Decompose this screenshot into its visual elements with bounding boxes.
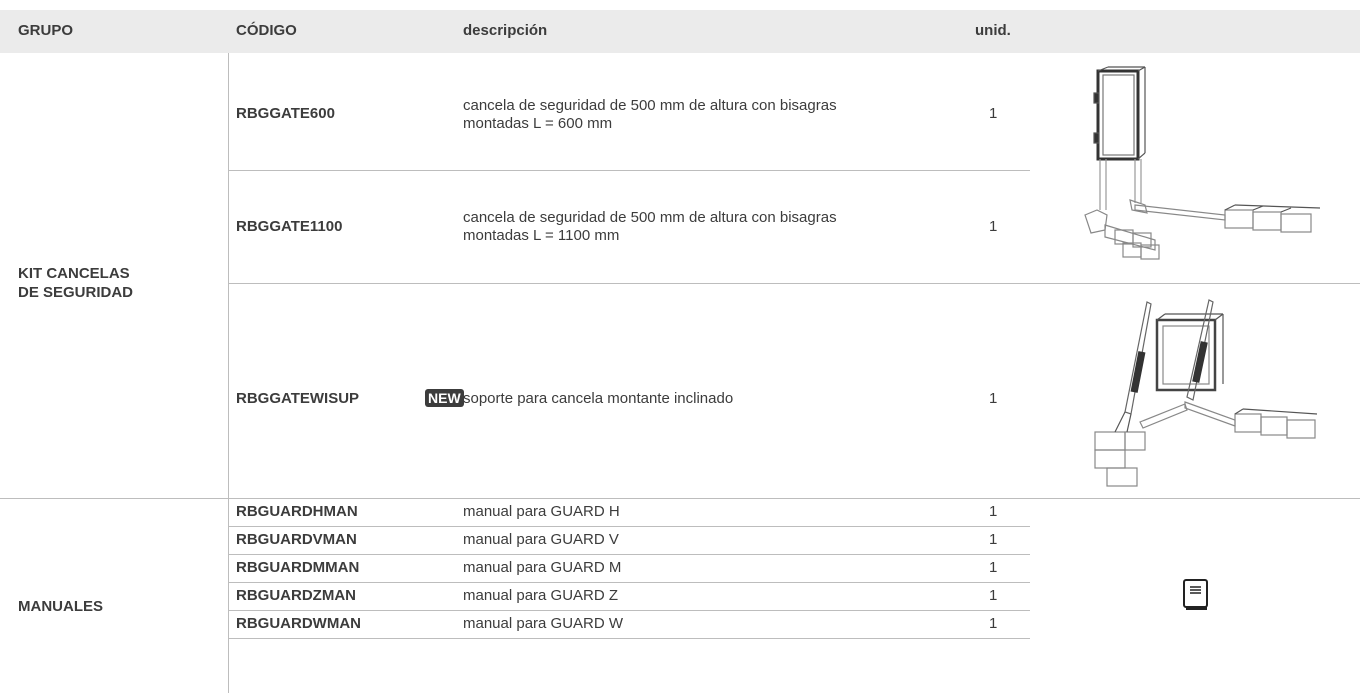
- group-manuales: MANUALES: [18, 598, 103, 615]
- unit-rbggate1100: 1: [989, 218, 998, 235]
- group-kit-line2: DE SEGURIDAD: [18, 284, 134, 301]
- row-divider: [228, 582, 1030, 583]
- table-header: GRUPO CÓDIGO descripción unid.: [0, 10, 1360, 53]
- desc-rbguardmman: manual para GUARD M: [463, 559, 622, 576]
- code-rbggatewisup: RBGGATEWISUP: [236, 390, 360, 407]
- code-rbggate1100: RBGGATE1100: [236, 218, 343, 235]
- header-grupo: GRUPO: [18, 22, 74, 39]
- desc-rbggate1100: cancela de seguridad de 500 mm de altura…: [463, 209, 837, 245]
- code-rbguardmman: RBGUARDMMAN: [236, 559, 360, 576]
- unit-rbguardvman: 1: [989, 531, 998, 548]
- group-divider: [0, 498, 1360, 499]
- desc-rbguardvman: manual para GUARD V: [463, 531, 619, 548]
- header-unid: unid.: [975, 22, 1011, 39]
- row-divider: [228, 554, 1030, 555]
- header-codigo: CÓDIGO: [236, 22, 297, 39]
- desc-line: montadas L = 1100 mm: [463, 227, 620, 244]
- desc-rbggate600: cancela de seguridad de 500 mm de altura…: [463, 97, 837, 133]
- unit-rbguardmman: 1: [989, 559, 998, 576]
- unit-rbguardhman: 1: [989, 503, 998, 520]
- desc-line: cancela de seguridad de 500 mm de altura…: [463, 97, 837, 114]
- gate-straight-illustration: [1084, 66, 1320, 260]
- row-divider: [228, 610, 1030, 611]
- unit-rbguardwman: 1: [989, 615, 998, 632]
- row-divider: [228, 283, 1360, 284]
- gate-inclined-illustration: [1094, 299, 1318, 487]
- desc-line: cancela de seguridad de 500 mm de altura…: [463, 209, 837, 226]
- desc-line: montadas L = 600 mm: [463, 115, 613, 132]
- unit-rbguardzman: 1: [989, 587, 998, 604]
- desc-rbguardzman: manual para GUARD Z: [463, 587, 619, 604]
- code-rbguardhman: RBGUARDHMAN: [236, 503, 358, 520]
- row-divider: [228, 526, 1030, 527]
- row-divider: [228, 638, 1030, 639]
- header-descripcion: descripción: [463, 22, 548, 39]
- group-kit-cancelas: KIT CANCELAS DE SEGURIDAD: [18, 264, 133, 302]
- product-table: GRUPO CÓDIGO descripción unid. KIT CANCE…: [0, 0, 1360, 693]
- group-kit-line1: KIT CANCELAS: [18, 265, 130, 282]
- unit-rbggatewisup: 1: [989, 390, 998, 407]
- code-rbggate600: RBGGATE600: [236, 105, 335, 122]
- desc-rbguardwman: manual para GUARD W: [463, 615, 624, 632]
- desc-rbggatewisup: soporte para cancela montante inclinado: [463, 390, 734, 407]
- new-badge: NEW: [425, 389, 464, 407]
- unit-rbggate600: 1: [989, 105, 998, 122]
- code-rbguardvman: RBGUARDVMAN: [236, 531, 357, 548]
- row-divider: [228, 170, 1030, 171]
- code-rbguardzman: RBGUARDZMAN: [236, 587, 356, 604]
- group-divider-line: [228, 53, 229, 693]
- manual-book-icon: [1183, 579, 1208, 610]
- desc-rbguardhman: manual para GUARD H: [463, 503, 620, 520]
- code-rbguardwman: RBGUARDWMAN: [236, 615, 361, 632]
